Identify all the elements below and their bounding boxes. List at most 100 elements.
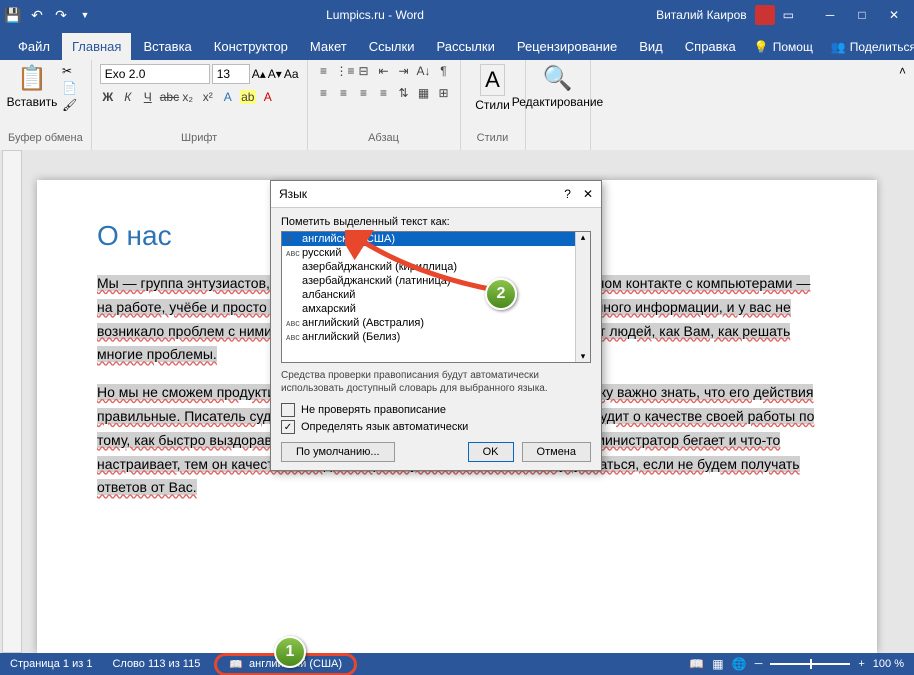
page-indicator[interactable]: Страница 1 из 1 (0, 658, 102, 670)
borders-icon[interactable]: ⊞ (436, 86, 452, 100)
tab-file[interactable]: Файл (8, 33, 60, 60)
italic-button[interactable]: К (120, 90, 136, 104)
shading-icon[interactable]: ▦ (416, 86, 432, 100)
annotation-arrow (345, 230, 505, 300)
search-icon: 🔍 (543, 64, 573, 93)
statusbar: Страница 1 из 1 Слово 113 из 115 📖 англи… (0, 653, 914, 675)
subscript-button[interactable]: x₂ (180, 90, 196, 104)
user-name[interactable]: Виталий Каиров (656, 8, 747, 22)
dialog-help-button[interactable]: ? (564, 187, 571, 201)
listbox-scrollbar[interactable]: ▴▾ (575, 232, 590, 362)
group-styles-label: Стили (469, 132, 517, 146)
callout-two: 2 (485, 278, 517, 310)
tell-me-button[interactable]: 💡Помощ (748, 34, 819, 60)
user-avatar[interactable] (755, 5, 775, 25)
styles-icon: A (480, 64, 505, 96)
lightbulb-icon: 💡 (754, 40, 769, 54)
tab-insert[interactable]: Вставка (133, 33, 201, 60)
print-layout-icon[interactable]: ▦ (712, 657, 723, 671)
sort-icon[interactable]: A↓ (416, 64, 432, 78)
tab-references[interactable]: Ссылки (359, 33, 425, 60)
ribbon: 📋 Вставить ✂ 📄 🖌 Буфер обмена A▴ A▾ Aa (0, 60, 914, 151)
styles-button[interactable]: A Стили (469, 64, 517, 112)
group-clipboard-label: Буфер обмена (8, 132, 83, 146)
undo-icon[interactable]: ↶ (28, 7, 46, 24)
copy-icon[interactable]: 📄 (62, 81, 77, 95)
bold-button[interactable]: Ж (100, 90, 116, 104)
language-item-en-bz[interactable]: ᴀʙᴄанглийский (Белиз) (282, 330, 590, 344)
font-color-icon[interactable]: A (260, 90, 276, 104)
show-marks-icon[interactable]: ¶ (436, 64, 452, 78)
zoom-in-button[interactable]: + (858, 658, 864, 670)
group-paragraph-label: Абзац (316, 132, 452, 146)
tab-design[interactable]: Конструктор (204, 33, 298, 60)
maximize-button[interactable]: □ (846, 8, 878, 22)
group-editing-label (534, 132, 582, 146)
zoom-out-button[interactable]: ─ (755, 658, 763, 670)
group-font-label: Шрифт (100, 132, 299, 146)
tab-home[interactable]: Главная (62, 33, 131, 60)
editing-button[interactable]: 🔍 Редактирование (534, 64, 582, 109)
highlight-icon[interactable]: ab (240, 90, 256, 104)
no-check-checkbox[interactable]: Не проверять правописание (281, 403, 591, 417)
align-right-icon[interactable]: ≡ (356, 86, 372, 100)
collapse-ribbon-icon[interactable]: ˄ (891, 60, 914, 150)
language-item-en-au[interactable]: ᴀʙᴄанглийский (Австралия) (282, 316, 590, 330)
save-icon[interactable]: 💾 (4, 7, 22, 24)
tab-layout[interactable]: Макет (300, 33, 357, 60)
redo-icon[interactable]: ↷ (52, 7, 70, 24)
zoom-slider[interactable] (770, 663, 850, 665)
dialog-info: Средства проверки правописания будут авт… (281, 369, 591, 395)
default-button[interactable]: По умолчанию... (281, 442, 395, 462)
justify-icon[interactable]: ≡ (376, 86, 392, 100)
auto-detect-checkbox[interactable]: ✓Определять язык автоматически (281, 420, 591, 434)
bullets-icon[interactable]: ≡ (316, 64, 332, 78)
increase-font-icon[interactable]: A▴ (252, 67, 266, 81)
close-button[interactable]: ✕ (878, 8, 910, 22)
cancel-button[interactable]: Отмена (522, 442, 591, 462)
numbering-icon[interactable]: ⋮≡ (336, 64, 352, 78)
increase-indent-icon[interactable]: ⇥ (396, 64, 412, 78)
format-painter-icon[interactable]: 🖌 (62, 98, 77, 112)
ok-button[interactable]: OK (468, 442, 514, 462)
tab-review[interactable]: Рецензирование (507, 33, 627, 60)
web-layout-icon[interactable]: 🌐 (732, 657, 747, 671)
text-effects-icon[interactable]: A (220, 90, 236, 104)
minimize-button[interactable]: ─ (814, 8, 846, 22)
titlebar: 💾 ↶ ↷ ▼ Lumpics.ru - Word Виталий Каиров… (0, 0, 914, 30)
tab-mailings[interactable]: Рассылки (426, 33, 504, 60)
read-mode-icon[interactable]: 📖 (689, 657, 704, 671)
language-dialog: Язык ? ✕ Пометить выделенный текст как: … (270, 180, 602, 471)
qat-dropdown-icon[interactable]: ▼ (76, 10, 94, 20)
dialog-close-button[interactable]: ✕ (583, 187, 593, 201)
superscript-button[interactable]: x² (200, 90, 216, 104)
font-name-input[interactable] (100, 64, 210, 84)
callout-one: 1 (274, 636, 306, 668)
align-left-icon[interactable]: ≡ (316, 86, 332, 100)
cut-icon[interactable]: ✂ (62, 64, 77, 78)
clipboard-icon: 📋 (17, 64, 47, 93)
change-case-icon[interactable]: Aa (284, 67, 299, 81)
align-center-icon[interactable]: ≡ (336, 86, 352, 100)
dialog-title: Язык (279, 187, 307, 201)
window-title: Lumpics.ru - Word (94, 8, 656, 22)
mark-as-label: Пометить выделенный текст как: (281, 216, 591, 228)
underline-button[interactable]: Ч (140, 90, 156, 104)
paste-button[interactable]: 📋 Вставить (8, 64, 56, 109)
zoom-value[interactable]: 100 % (873, 658, 904, 670)
share-icon: 👥 (831, 40, 846, 54)
decrease-font-icon[interactable]: A▾ (268, 67, 282, 81)
tab-help[interactable]: Справка (675, 33, 746, 60)
multilevel-icon[interactable]: ⊟ (356, 64, 372, 78)
decrease-indent-icon[interactable]: ⇤ (376, 64, 392, 78)
word-count[interactable]: Слово 113 из 115 (102, 658, 210, 670)
language-item-am[interactable]: амхарский (282, 302, 590, 316)
ribbon-options-icon[interactable]: ▭ (783, 8, 794, 22)
strike-button[interactable]: abc (160, 90, 176, 104)
vertical-ruler[interactable] (2, 150, 22, 653)
share-button[interactable]: 👥Поделиться (825, 34, 914, 60)
font-size-input[interactable] (212, 64, 250, 84)
line-spacing-icon[interactable]: ⇅ (396, 86, 412, 100)
ribbon-tabs: Файл Главная Вставка Конструктор Макет С… (0, 30, 914, 60)
tab-view[interactable]: Вид (629, 33, 673, 60)
